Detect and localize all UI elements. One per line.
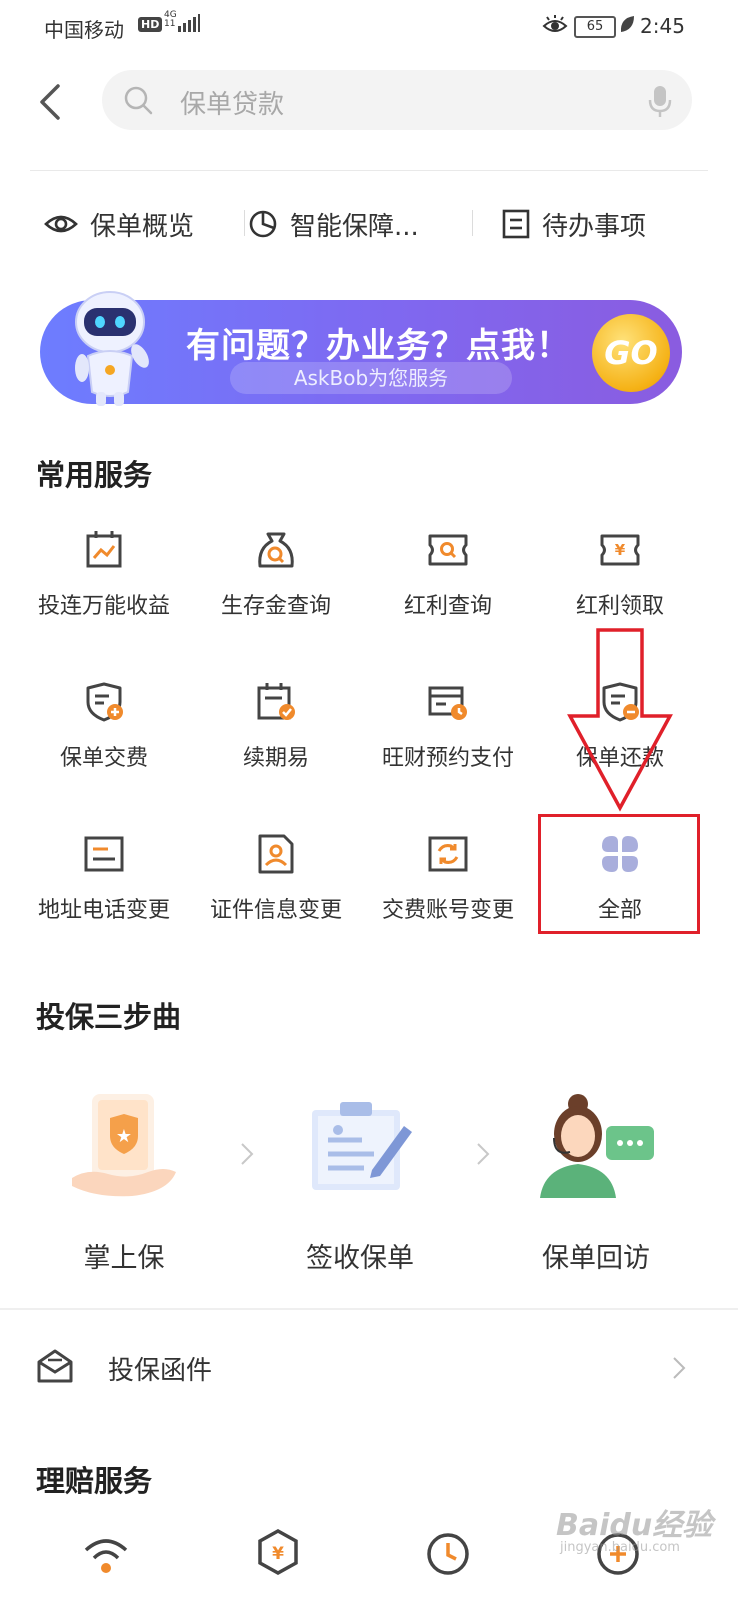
service-dividend-query[interactable]: 红利查询 xyxy=(356,528,540,658)
ticket-yen-icon: ¥ xyxy=(600,534,640,566)
svg-text:¥: ¥ xyxy=(615,541,626,559)
service-policy-payment[interactable]: 保单交费 xyxy=(12,680,196,810)
robot-mascot-icon xyxy=(75,291,149,406)
carrier-label: 中国移动 xyxy=(44,18,124,42)
service-label: 红利领取 xyxy=(575,594,664,619)
service-label: 地址电话变更 xyxy=(37,898,170,923)
service-scheduled-payment[interactable]: 旺财预约支付 xyxy=(356,680,540,810)
watermark-brand: Baidu经验 xyxy=(556,1508,713,1543)
step-policy-callback[interactable]: 保单回访 xyxy=(496,1090,696,1280)
pie-chart-icon xyxy=(249,210,277,238)
watermark-url: jingyan.baidu.com xyxy=(560,1540,680,1555)
service-label: 生存金查询 xyxy=(220,594,331,619)
divider xyxy=(30,170,708,171)
go-button[interactable]: GO xyxy=(592,314,670,392)
step-mobile-insure[interactable]: ★ 掌上保 xyxy=(24,1090,224,1280)
tab-label: 智能保障... xyxy=(290,211,419,242)
service-id-info-change[interactable]: 证件信息变更 xyxy=(184,832,368,962)
calendar-check-icon xyxy=(257,683,295,720)
hexagon-yen-icon[interactable]: ¥ xyxy=(254,1528,302,1576)
search-input[interactable]: 保单贷款 xyxy=(180,84,284,121)
divider xyxy=(244,210,245,236)
clock-icon[interactable] xyxy=(424,1528,472,1576)
service-label: 投连万能收益 xyxy=(37,594,170,619)
envelope-icon xyxy=(37,1349,73,1383)
section-title-claims: 理赔服务 xyxy=(36,1464,153,1498)
eye-comfort-icon xyxy=(542,15,568,32)
battery-icon: 65 xyxy=(574,16,616,38)
service-label: 续期易 xyxy=(242,746,309,771)
tab-label: 待办事项 xyxy=(542,211,647,242)
step-label: 签收保单 xyxy=(306,1243,414,1274)
svg-text:★: ★ xyxy=(116,1126,132,1147)
tab-smart-protection[interactable]: 智能保障... xyxy=(248,200,419,248)
chevron-right-icon xyxy=(241,1143,254,1165)
step-label: 掌上保 xyxy=(83,1243,165,1274)
annotation-arrow-icon xyxy=(567,628,673,812)
card-clock-icon xyxy=(428,686,467,720)
signal-icon xyxy=(178,14,200,32)
microphone-icon[interactable] xyxy=(648,84,672,118)
chevron-right-icon xyxy=(673,1357,686,1379)
chevron-right-icon xyxy=(477,1143,490,1165)
service-label: 旺财预约支付 xyxy=(381,746,514,771)
clipboard-pen-icon xyxy=(312,1102,412,1190)
hand-shield-phone-icon: ★ xyxy=(72,1094,176,1197)
annotation-highlight-box xyxy=(538,814,700,934)
hd-badge: HD xyxy=(138,17,163,32)
service-address-phone-change[interactable]: 地址电话变更 xyxy=(12,832,196,962)
customer-service-agent-icon xyxy=(540,1094,654,1198)
service-renewal[interactable]: 续期易 xyxy=(184,680,368,810)
banner-title: 有问题？办业务？点我！ xyxy=(186,326,571,366)
banner-subtitle: AskBob为您服务 xyxy=(230,362,512,394)
insure-letter-row[interactable]: 投保函件 xyxy=(0,1320,738,1416)
todo-list-icon xyxy=(502,209,530,239)
eye-icon xyxy=(44,215,78,233)
status-bar: 中国移动 HD 4G 11 65 2:45 xyxy=(0,0,738,58)
calendar-trend-icon xyxy=(86,531,122,568)
service-label: 保单交费 xyxy=(59,746,148,771)
search-icon xyxy=(124,86,153,115)
back-arrow-icon[interactable] xyxy=(34,82,64,122)
account-refresh-icon xyxy=(428,836,468,872)
divider xyxy=(472,210,473,236)
service-survival-benefit-query[interactable]: 生存金查询 xyxy=(184,528,368,658)
address-card-icon xyxy=(84,836,124,872)
search-bar[interactable]: 保单贷款 xyxy=(102,70,692,130)
insure-letter-label: 投保函件 xyxy=(108,1356,213,1386)
section-title-common-services: 常用服务 xyxy=(36,458,153,492)
tab-label: 保单概览 xyxy=(90,211,195,242)
tab-todo[interactable]: 待办事项 xyxy=(502,200,646,248)
service-payment-account-change[interactable]: 交费账号变更 xyxy=(356,832,540,962)
step-sign-policy[interactable]: 签收保单 xyxy=(260,1090,460,1280)
service-label: 红利查询 xyxy=(403,594,492,619)
leaf-icon xyxy=(620,16,634,32)
divider xyxy=(0,1308,738,1310)
shield-plus-icon xyxy=(86,682,123,722)
wifi-alert-icon[interactable] xyxy=(82,1528,130,1576)
money-bag-search-icon xyxy=(258,532,294,568)
service-investment-returns[interactable]: 投连万能收益 xyxy=(12,528,196,658)
network-indicator: 4G 11 xyxy=(164,10,177,29)
svg-text:¥: ¥ xyxy=(272,1544,284,1564)
clock-time: 2:45 xyxy=(640,14,685,38)
service-label: 证件信息变更 xyxy=(209,898,342,923)
ticket-search-icon xyxy=(428,534,468,566)
section-title-three-steps: 投保三步曲 xyxy=(36,1000,182,1034)
id-card-icon xyxy=(258,834,294,874)
service-label: 交费账号变更 xyxy=(381,898,514,923)
step-label: 保单回访 xyxy=(542,1243,650,1274)
tab-policy-overview[interactable]: 保单概览 xyxy=(44,200,194,248)
